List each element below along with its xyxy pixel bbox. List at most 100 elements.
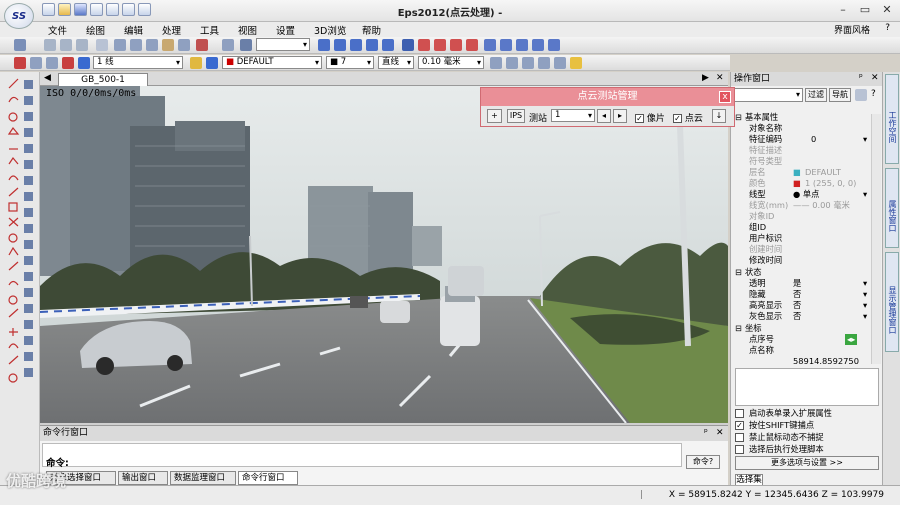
command-input[interactable] [42,443,682,467]
more-options-button[interactable]: 更多选项与设置 >> [735,456,879,470]
view-3-icon[interactable] [350,39,362,51]
option-2-checkbox[interactable] [735,433,744,442]
linewidth-combo[interactable]: 0.10 毫米 [418,56,484,69]
prop-6-dropdown-icon[interactable]: ▾ [863,189,867,200]
pointcloud-4-icon[interactable] [450,39,462,51]
panel-pin-icon[interactable]: ᵖ [859,73,863,83]
view-5-icon[interactable] [382,39,394,51]
status-2-dropdown-icon[interactable]: ▾ [863,300,867,311]
menu-edit[interactable]: 编辑 [124,23,143,37]
option-0-checkbox[interactable] [735,409,744,418]
maximize-button[interactable]: ▭ [854,2,876,18]
tab-command-line[interactable]: 命令行窗口 [238,471,298,485]
sort-icon[interactable] [855,89,867,101]
view-4-icon[interactable] [366,39,378,51]
pointcloud-2-icon[interactable] [418,39,430,51]
layer-manager-icon[interactable] [206,57,218,69]
tab-data-supervise[interactable]: 数据监理窗口 [170,471,236,485]
zoom-out-icon[interactable] [114,39,126,51]
paint-icon[interactable] [240,39,252,51]
status-0-dropdown-icon[interactable]: ▾ [863,278,867,289]
status-1-dropdown-icon[interactable]: ▾ [863,289,867,300]
prop-val-6[interactable]: ● 单点 [793,189,819,200]
cut-icon[interactable] [44,39,56,51]
tab-gb500[interactable]: GB_500-1 [58,73,148,86]
polyline-icon[interactable] [46,57,58,69]
command-help-button[interactable]: 命令? [686,455,720,469]
left-tool-icons[interactable] [0,72,40,492]
tab-output[interactable]: 输出窗口 [118,471,168,485]
panel-help-icon[interactable]: ? [871,89,876,99]
panel-close-icon[interactable]: ✕ [871,73,879,83]
add-station-button[interactable]: + [487,109,502,123]
pointcloud-1-icon[interactable] [402,39,414,51]
pointcloud-3-icon[interactable] [434,39,446,51]
status-val-1[interactable]: 否 [793,289,801,300]
ips-button[interactable]: IPS [507,109,525,123]
properties-icon[interactable] [96,39,108,51]
cloud-panel-title[interactable]: 点云测站管理 [481,88,734,106]
zoom-in-icon[interactable] [130,39,142,51]
tool-a-icon[interactable] [506,57,518,69]
prop-val-1[interactable]: 0 [811,134,816,145]
tool-e-icon[interactable] [570,57,582,69]
measure-icon[interactable] [500,39,512,51]
help-icon[interactable]: ? [885,23,890,33]
zoom-all-icon[interactable] [178,39,190,51]
pick-icon[interactable] [78,57,90,69]
photo-checkbox[interactable]: ✓ [635,114,644,123]
menu-tools[interactable]: 工具 [200,23,219,37]
pan-hand-icon[interactable] [162,39,174,51]
line-icon[interactable] [14,57,26,69]
tab-scroll-right-icon[interactable]: ▶ [702,73,709,83]
download-button[interactable]: ↓ [712,109,726,123]
station-select[interactable]: 1 [551,109,595,122]
menu-settings[interactable]: 设置 [276,23,295,37]
side-tab-display[interactable]: 显示管理窗口 [885,252,899,352]
linetype-combo[interactable]: 直线 [378,56,414,69]
property-scrollbar[interactable] [871,114,881,364]
collapse-icon[interactable]: ⊟ [735,267,742,278]
snap-icon[interactable] [196,39,208,51]
menu-view[interactable]: 视图 [238,23,257,37]
lineweight-combo[interactable]: 1 线 [93,56,183,69]
menu-process[interactable]: 处理 [162,23,181,37]
tool-c-icon[interactable] [538,57,550,69]
cloud-checkbox[interactable]: ✓ [673,114,682,123]
menu-file[interactable]: 文件 [48,23,67,37]
description-box[interactable] [735,368,879,406]
tool-d-icon[interactable] [554,57,566,69]
minimize-button[interactable]: – [832,2,854,18]
color-combo[interactable]: ■ 7 [326,56,374,69]
option-3-checkbox[interactable] [735,445,744,454]
view-2-icon[interactable] [334,39,346,51]
arc-icon[interactable] [30,57,42,69]
tool-combo[interactable] [256,38,310,51]
text-icon[interactable] [532,39,544,51]
status-val-2[interactable]: 否 [793,300,801,311]
collapse-icon[interactable]: ⊟ [735,323,742,334]
status-3-dropdown-icon[interactable]: ▾ [863,311,867,322]
side-tab-workspace[interactable]: 工作空间 [885,74,899,164]
close-button[interactable]: ✕ [876,2,898,18]
prop-1-dropdown-icon[interactable]: ▾ [863,134,867,145]
street-view-viewport[interactable]: ISO 0/0/0ms/0ms [40,86,728,423]
copy-icon[interactable] [60,39,72,51]
tab-close-icon[interactable]: ✕ [716,73,724,83]
navigate-button[interactable]: 导航 [829,88,851,102]
label-icon[interactable] [548,39,560,51]
pointcloud-5-icon[interactable] [466,39,478,51]
app-logo[interactable]: SS [4,3,34,29]
layer-bulb-icon[interactable] [190,57,202,69]
cmd-pin-icon[interactable]: ᵖ [704,428,708,438]
object-type-select[interactable] [733,88,803,102]
menu-3d-browse[interactable]: 3D浏览 [314,23,346,37]
collapse-icon[interactable]: ⊟ [735,112,742,123]
next-station-button[interactable]: ▸ [613,109,627,123]
layer-tool-icon[interactable] [222,39,234,51]
status-val-3[interactable]: 否 [793,311,801,322]
cmd-close-icon[interactable]: ✕ [716,428,724,438]
cloud-toggle[interactable]: ✓ 点云 [673,111,703,124]
zoom-window-icon[interactable] [146,39,158,51]
lock-icon[interactable] [490,57,502,69]
